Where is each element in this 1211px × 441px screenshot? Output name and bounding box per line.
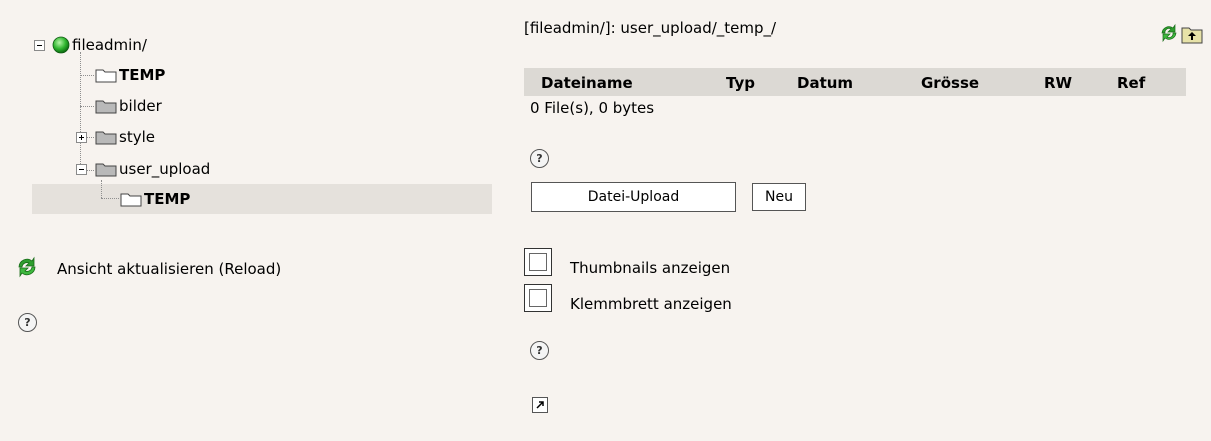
column-header-date[interactable]: Datum [797,74,853,92]
help-icon[interactable]: ? [530,149,549,168]
help-icon[interactable]: ? [530,341,549,360]
tree-line [101,198,119,200]
current-path: [fileadmin/]: user_upload/_temp_/ [524,19,777,37]
collapse-toggle-fileadmin[interactable] [34,40,45,51]
file-summary: 0 File(s), 0 bytes [530,99,655,117]
tree-item-label: fileadmin/ [72,36,147,54]
tree-item-style[interactable]: style [95,122,155,152]
expand-toggle-style[interactable] [76,132,87,143]
tree-item-label: user_upload [119,160,211,178]
reload-icon[interactable] [15,255,39,279]
tree-line [80,52,82,174]
folder-icon [95,131,117,145]
thumbnails-label: Thumbnails anzeigen [570,259,731,277]
tree-line [80,75,94,77]
folder-open-icon [120,193,142,207]
folder-up-icon[interactable] [1181,26,1203,44]
tree-line [80,106,94,108]
refresh-icon[interactable] [1159,22,1179,44]
clipboard-label: Klemmbrett anzeigen [570,295,732,313]
column-header-ref[interactable]: Ref [1117,74,1145,92]
tree-item-fileadmin[interactable]: fileadmin/ [52,30,147,60]
tree-item-temp[interactable]: TEMP [95,60,165,90]
tree-item-temp-selected[interactable]: TEMP [120,184,190,214]
upload-button[interactable]: Datei-Upload [531,182,736,212]
globe-icon [52,36,70,54]
tree-item-label: TEMP [144,190,191,208]
reload-link[interactable]: Ansicht aktualisieren (Reload) [57,260,281,278]
column-header-type[interactable]: Typ [726,74,755,92]
folder-icon [95,163,117,177]
new-button[interactable]: Neu [752,183,806,211]
help-icon[interactable]: ? [18,313,37,332]
tree-item-label: bilder [119,97,162,115]
thumbnails-checkbox[interactable] [524,248,552,276]
tree-item-label: TEMP [119,66,166,84]
tree-item-user-upload[interactable]: user_upload [95,154,210,184]
column-header-filename[interactable]: Dateiname [541,74,633,92]
folder-icon [95,100,117,114]
open-in-new-window-icon[interactable] [532,397,548,413]
tree-item-bilder[interactable]: bilder [95,91,162,121]
column-header-size[interactable]: Grösse [921,74,979,92]
collapse-toggle-user-upload[interactable] [76,164,87,175]
tree-item-label: style [119,128,155,146]
clipboard-checkbox[interactable] [524,284,552,312]
folder-open-icon [95,69,117,83]
column-header-rw[interactable]: RW [1044,74,1072,92]
